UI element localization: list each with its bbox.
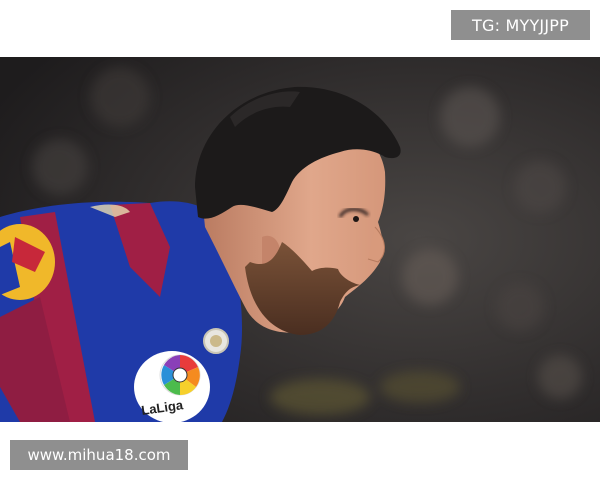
watermark-bottom-left: www.mihua18.com [10,440,188,470]
photo: LaLiga [0,57,600,422]
watermark-top-right: TG: MYYJJPP [451,10,590,40]
player-jersey: LaLiga [0,201,243,422]
laliga-patch: LaLiga [134,351,210,422]
sleeve-badge [203,328,229,354]
